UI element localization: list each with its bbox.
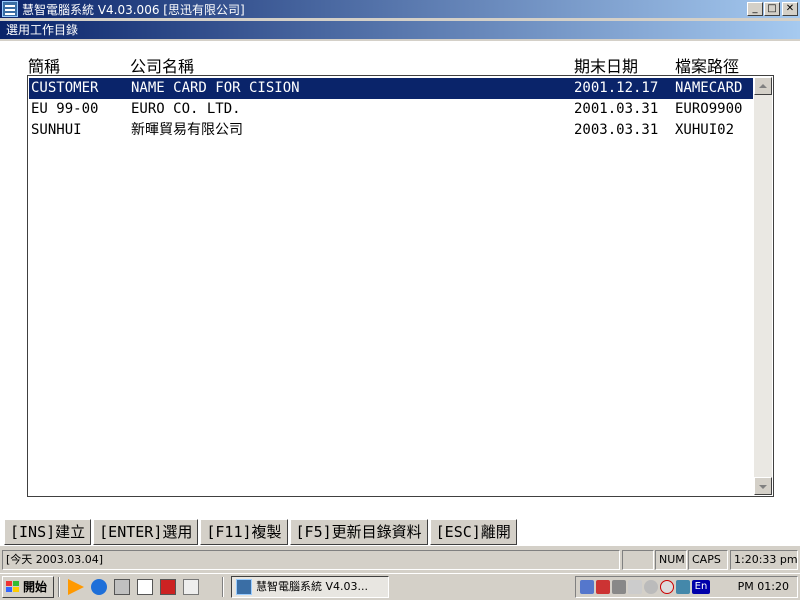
cell-date: 2003.03.31 bbox=[574, 122, 659, 138]
status-today: [今天 2003.03.04] bbox=[2, 550, 620, 570]
vertical-scrollbar[interactable] bbox=[754, 77, 772, 495]
function-key-bar: [INS]建立 [ENTER]選用 [F11]複製 [F5]更新目錄資料 [ES… bbox=[4, 519, 519, 545]
network-icon[interactable] bbox=[580, 580, 594, 594]
search-icon[interactable] bbox=[660, 580, 674, 594]
cell-date: 2001.03.31 bbox=[574, 101, 659, 117]
quicklaunch-app-icon[interactable] bbox=[160, 579, 176, 595]
list-item-eu[interactable]: EU 99-00 EURO CO. LTD. 2001.03.31 EURO99… bbox=[29, 99, 753, 120]
app-icon bbox=[236, 579, 252, 595]
taskbar-separator bbox=[222, 577, 224, 597]
cell-path: XUHUI02 bbox=[675, 122, 735, 138]
column-header-code: 簡稱 bbox=[28, 57, 61, 76]
printer-icon[interactable] bbox=[676, 580, 690, 594]
cell-code: SUNHUI bbox=[31, 122, 82, 138]
taskbar-separator bbox=[58, 577, 60, 597]
minimize-button[interactable]: _ bbox=[747, 2, 763, 16]
outlook-icon[interactable] bbox=[114, 579, 130, 595]
cell-path: NAMECARD bbox=[675, 80, 743, 96]
scroll-down-button[interactable] bbox=[754, 477, 772, 495]
cell-code: EU 99-00 bbox=[31, 101, 99, 117]
exit-button[interactable]: [ESC]離開 bbox=[429, 519, 517, 545]
list-item-customer[interactable]: CUSTOMER NAME CARD FOR CISION 2001.12.17… bbox=[29, 78, 753, 99]
maximize-button[interactable]: □ bbox=[764, 2, 780, 16]
windows-logo-icon bbox=[6, 581, 20, 593]
window-title: 慧智電腦系統 V4.03.006 [思迅有限公司] bbox=[22, 2, 245, 17]
cell-company: NAME CARD FOR CISION bbox=[131, 80, 300, 96]
copy-button[interactable]: [F11]複製 bbox=[200, 519, 288, 545]
volume-icon[interactable] bbox=[628, 580, 642, 594]
title-bar[interactable]: 慧智電腦系統 V4.03.006 [思迅有限公司] _ □ ✕ bbox=[0, 0, 800, 18]
cell-company: 新暉貿易有限公司 bbox=[131, 122, 243, 138]
column-header-path: 檔案路徑 bbox=[675, 57, 740, 76]
clock-tray-icon[interactable] bbox=[644, 580, 658, 594]
task-button-app[interactable]: 慧智電腦系統 V4.03... bbox=[231, 576, 389, 598]
status-caps: CAPS bbox=[688, 550, 728, 570]
language-indicator[interactable]: En bbox=[692, 580, 710, 594]
company-list[interactable]: CUSTOMER NAME CARD FOR CISION 2001.12.17… bbox=[27, 75, 774, 497]
device-icon[interactable] bbox=[612, 580, 626, 594]
cell-company: EURO CO. LTD. bbox=[131, 101, 241, 117]
status-bar: [今天 2003.03.04] NUM CAPS 1:20:33 pm bbox=[0, 549, 800, 571]
antivirus-icon[interactable] bbox=[596, 580, 610, 594]
cell-date: 2001.12.17 bbox=[574, 80, 659, 96]
status-time: 1:20:33 pm bbox=[730, 550, 798, 570]
select-button[interactable]: [ENTER]選用 bbox=[93, 519, 199, 545]
status-num: NUM bbox=[655, 550, 687, 570]
app-icon[interactable] bbox=[2, 1, 18, 17]
cell-code: CUSTOMER bbox=[31, 80, 99, 96]
notepad-icon[interactable] bbox=[137, 579, 153, 595]
start-label: 開始 bbox=[23, 580, 48, 594]
column-header-company: 公司名稱 bbox=[130, 57, 195, 76]
taskbar: 開始 慧智電腦系統 V4.03... En PM 01:20 bbox=[0, 573, 800, 600]
system-tray: En PM 01:20 bbox=[575, 576, 798, 598]
column-header-date: 期末日期 bbox=[574, 57, 639, 76]
cell-path: EURO9900 bbox=[675, 101, 743, 117]
close-button[interactable]: ✕ bbox=[782, 2, 798, 16]
start-button[interactable]: 開始 bbox=[2, 576, 54, 598]
status-empty bbox=[622, 550, 654, 570]
dialog-header: 選用工作目錄 bbox=[0, 21, 800, 39]
refresh-directory-button[interactable]: [F5]更新目錄資料 bbox=[289, 519, 428, 545]
internet-explorer-icon[interactable] bbox=[91, 579, 107, 595]
taskbar-clock[interactable]: PM 01:20 bbox=[738, 577, 789, 597]
task-button-label: 慧智電腦系統 V4.03... bbox=[256, 580, 369, 593]
media-player-icon[interactable] bbox=[68, 579, 84, 595]
create-button[interactable]: [INS]建立 bbox=[4, 519, 92, 545]
list-item-sunhui[interactable]: SUNHUI 新暉貿易有限公司 2003.03.31 XUHUI02 bbox=[29, 120, 753, 141]
window-controls: _ □ ✕ bbox=[746, 2, 798, 16]
scroll-up-button[interactable] bbox=[754, 77, 772, 95]
show-desktop-icon[interactable] bbox=[183, 579, 199, 595]
